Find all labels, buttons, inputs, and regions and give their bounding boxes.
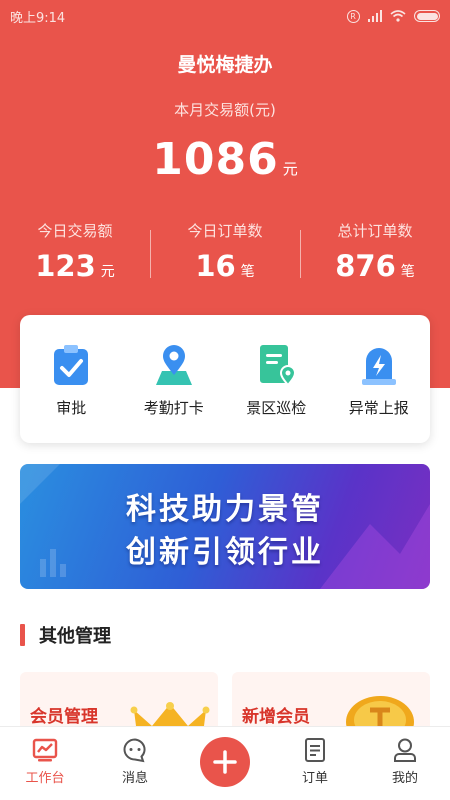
document-location-icon xyxy=(260,345,297,387)
promo-banner[interactable]: 科技助力景管 创新引领行业 xyxy=(20,464,430,589)
banner-line-2: 创新引领行业 xyxy=(126,535,324,570)
quick-action-report[interactable]: 异常上报 xyxy=(328,343,431,443)
chart-monitor-icon xyxy=(32,738,58,762)
add-button[interactable] xyxy=(200,737,250,787)
wifi-icon xyxy=(390,10,406,22)
tab-label: 我的 xyxy=(391,771,418,786)
stat-value: 876 xyxy=(335,249,396,283)
tab-label: 工作台 xyxy=(25,771,65,786)
clipboard-check-icon xyxy=(54,345,89,385)
quick-action-label: 景区巡检 xyxy=(246,399,307,417)
stat-label: 今日交易额 xyxy=(37,222,113,240)
section-header: 其他管理 xyxy=(20,622,111,648)
status-icons: R xyxy=(346,9,440,23)
tab-orders[interactable]: 订单 xyxy=(270,727,360,800)
stat-total-orders: 总计订单数 876 笔 xyxy=(300,220,450,283)
stats-row: 今日交易额 123 元 今日订单数 16 笔 总计订单数 876 笔 xyxy=(0,220,450,283)
stat-label: 今日订单数 xyxy=(187,222,263,240)
quick-actions-card: 审批 考勤打卡 景区巡检 异常上报 xyxy=(20,315,430,443)
user-profile-icon xyxy=(394,738,416,762)
tab-label: 订单 xyxy=(301,771,328,786)
chat-bubble-icon xyxy=(123,738,146,763)
status-time: 晚上9:14 xyxy=(10,10,66,26)
plus-icon xyxy=(213,750,237,774)
month-amount-unit: 元 xyxy=(282,160,298,178)
tab-messages[interactable]: 消息 xyxy=(90,727,180,800)
section-accent-bar xyxy=(20,624,25,646)
month-amount-label: 本月交易额(元) xyxy=(174,101,276,119)
quick-action-label: 审批 xyxy=(56,399,87,417)
quick-action-attendance[interactable]: 考勤打卡 xyxy=(123,343,226,443)
stat-label: 总计订单数 xyxy=(337,222,413,240)
location-pin-icon xyxy=(155,345,192,385)
alert-lightning-icon xyxy=(361,348,396,385)
quick-action-label: 考勤打卡 xyxy=(143,399,204,417)
month-amount: 1086 元 xyxy=(0,134,450,185)
tab-add[interactable] xyxy=(180,727,270,800)
banner-text: 科技助力景管 创新引领行业 xyxy=(20,488,430,574)
stat-today-amount: 今日交易额 123 元 xyxy=(0,220,150,283)
quick-action-approval[interactable]: 审批 xyxy=(20,343,123,443)
stat-value: 123 xyxy=(35,249,96,283)
status-bar: 晚上9:14 R xyxy=(0,0,450,32)
battery-icon xyxy=(414,10,440,22)
store-name[interactable]: 曼悦梅捷办 xyxy=(0,50,450,77)
stat-unit: 笔 xyxy=(400,264,415,280)
management-card-label: 新增会员 xyxy=(242,707,310,727)
tab-label: 消息 xyxy=(121,771,148,786)
stat-today-orders: 今日订单数 16 笔 xyxy=(150,220,300,283)
order-document-icon xyxy=(305,738,325,762)
section-title: 其他管理 xyxy=(39,626,111,647)
stat-value: 16 xyxy=(195,249,236,283)
tab-profile[interactable]: 我的 xyxy=(360,727,450,800)
bottom-tab-bar: 工作台 消息 订单 我的 xyxy=(0,726,450,800)
management-card-label: 会员管理 xyxy=(30,707,98,727)
registered-icon: R xyxy=(346,9,360,23)
banner-line-1: 科技助力景管 xyxy=(126,492,324,527)
quick-action-inspection[interactable]: 景区巡检 xyxy=(225,343,328,443)
quick-action-label: 异常上报 xyxy=(348,399,409,417)
tab-workbench[interactable]: 工作台 xyxy=(0,727,90,800)
signal-icon xyxy=(367,10,382,22)
month-amount-value: 1086 xyxy=(152,134,279,185)
stat-unit: 笔 xyxy=(240,264,255,280)
stat-unit: 元 xyxy=(100,264,115,280)
